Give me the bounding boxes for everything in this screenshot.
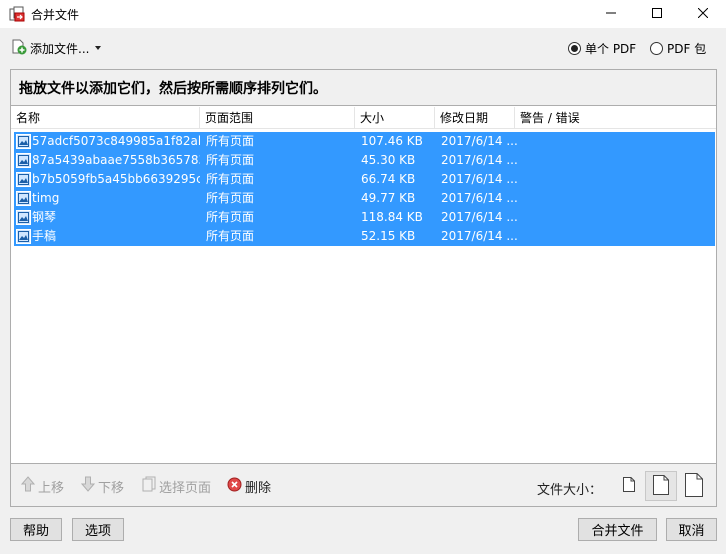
row-range: 所有页面 xyxy=(206,229,255,243)
row-name: 手稿 xyxy=(32,229,57,243)
image-file-icon xyxy=(16,229,31,244)
pdf-portfolio-radio[interactable] xyxy=(650,42,663,55)
column-name[interactable]: 名称 xyxy=(11,107,200,129)
image-file-icon xyxy=(16,210,31,225)
row-date: 2017/6/14 ... xyxy=(441,210,517,224)
row-warning xyxy=(521,208,711,227)
file-list: 57adcf5073c849985a1f82abd2... 所有页面 107.4… xyxy=(14,132,715,246)
delete-button[interactable]: 删除 xyxy=(227,476,271,496)
help-button[interactable]: 帮助 xyxy=(10,518,62,541)
chevron-down-icon xyxy=(95,46,102,50)
minimize-icon xyxy=(606,7,616,21)
pages-icon xyxy=(142,476,156,496)
file-size-label: 文件大小： xyxy=(537,483,603,498)
row-size: 49.77 KB xyxy=(361,191,416,205)
row-range: 所有页面 xyxy=(206,153,255,167)
arrow-up-icon xyxy=(20,476,36,496)
delete-label: 删除 xyxy=(245,480,272,496)
column-page-range[interactable]: 页面范围 xyxy=(200,107,355,129)
row-name: timg xyxy=(32,191,60,205)
row-date: 2017/6/14 ... xyxy=(441,153,517,167)
move-up-label: 上移 xyxy=(38,480,65,496)
select-pages-button[interactable]: 选择页面 xyxy=(142,476,211,496)
row-range: 所有页面 xyxy=(206,191,255,205)
window-title: 合并文件 xyxy=(31,8,80,22)
row-warning xyxy=(521,132,711,151)
row-size: 118.84 KB xyxy=(361,210,423,224)
small-page-icon xyxy=(623,477,635,495)
large-page-icon xyxy=(685,472,703,500)
merge-pdf-app-icon xyxy=(9,6,25,22)
options-button[interactable]: 选项 xyxy=(72,518,124,541)
move-up-button[interactable]: 上移 xyxy=(20,476,65,496)
row-warning xyxy=(521,151,711,170)
row-size: 45.30 KB xyxy=(361,153,416,167)
column-warnings[interactable]: 警告 / 错误 xyxy=(515,107,716,129)
close-icon xyxy=(697,7,709,21)
table-row[interactable]: timg 所有页面 49.77 KB 2017/6/14 ... xyxy=(14,189,715,208)
select-pages-label: 选择页面 xyxy=(159,480,212,496)
add-files-label: 添加文件... xyxy=(30,41,90,56)
row-date: 2017/6/14 ... xyxy=(441,172,517,186)
pdf-portfolio-option[interactable]: PDF 包 xyxy=(650,40,706,57)
row-size: 52.15 KB xyxy=(361,229,416,243)
single-pdf-radio[interactable] xyxy=(568,42,581,55)
move-down-label: 下移 xyxy=(98,480,125,496)
close-button[interactable] xyxy=(680,0,726,28)
move-down-button[interactable]: 下移 xyxy=(80,476,125,496)
table-row[interactable]: 手稿 所有页面 52.15 KB 2017/6/14 ... xyxy=(14,227,715,246)
single-pdf-label: 单个 PDF xyxy=(585,42,637,56)
merge-files-button[interactable]: 合并文件 xyxy=(578,518,657,541)
medium-size-button[interactable] xyxy=(645,471,677,501)
maximize-icon xyxy=(652,7,662,21)
row-range: 所有页面 xyxy=(206,210,255,224)
row-range: 所有页面 xyxy=(206,134,255,148)
image-file-icon xyxy=(16,191,31,206)
arrow-down-icon xyxy=(80,476,96,496)
image-file-icon xyxy=(16,153,31,168)
table-row[interactable]: b7b5059fb5a45bb6639295cea... 所有页面 66.74 … xyxy=(14,170,715,189)
row-warning xyxy=(521,170,711,189)
file-list-panel: 拖放文件以添加它们，然后按所需顺序排列它们。 名称 页面范围 大小 修改日期 警… xyxy=(10,69,717,507)
pdf-portfolio-label: PDF 包 xyxy=(667,42,707,56)
single-pdf-option[interactable]: 单个 PDF xyxy=(568,40,636,57)
title-bar: 合并文件 xyxy=(0,0,726,28)
table-row[interactable]: 57adcf5073c849985a1f82abd2... 所有页面 107.4… xyxy=(14,132,715,151)
delete-icon xyxy=(227,477,242,496)
row-name: 87a5439abaae7558b36578307... xyxy=(32,153,200,167)
table-row[interactable]: 钢琴 所有页面 118.84 KB 2017/6/14 ... xyxy=(14,208,715,227)
maximize-button[interactable] xyxy=(634,0,680,28)
row-name: b7b5059fb5a45bb6639295cea... xyxy=(32,172,200,186)
column-size[interactable]: 大小 xyxy=(355,107,435,129)
add-file-icon xyxy=(11,39,27,58)
row-date: 2017/6/14 ... xyxy=(441,134,517,148)
row-size: 107.46 KB xyxy=(361,134,423,148)
small-size-button[interactable] xyxy=(621,471,637,501)
row-size: 66.74 KB xyxy=(361,172,416,186)
row-warning xyxy=(521,227,711,246)
add-files-button[interactable]: 添加文件... xyxy=(11,38,102,58)
row-date: 2017/6/14 ... xyxy=(441,229,517,243)
column-modified-date[interactable]: 修改日期 xyxy=(435,107,515,129)
row-range: 所有页面 xyxy=(206,172,255,186)
row-name: 57adcf5073c849985a1f82abd2... xyxy=(32,134,200,148)
cancel-button[interactable]: 取消 xyxy=(666,518,717,541)
row-name: 钢琴 xyxy=(32,210,57,224)
medium-page-icon xyxy=(653,474,669,498)
column-header-row: 名称 页面范围 大小 修改日期 警告 / 错误 xyxy=(11,107,716,129)
instruction-text: 拖放文件以添加它们，然后按所需顺序排列它们。 xyxy=(11,70,716,106)
table-row[interactable]: 87a5439abaae7558b36578307... 所有页面 45.30 … xyxy=(14,151,715,170)
row-warning xyxy=(521,189,711,208)
row-date: 2017/6/14 ... xyxy=(441,191,517,205)
image-file-icon xyxy=(16,134,31,149)
list-actions-bar: 上移 下移 选择页面 删除 文件大小： xyxy=(11,463,716,506)
image-file-icon xyxy=(16,172,31,187)
minimize-button[interactable] xyxy=(588,0,634,28)
large-size-button[interactable] xyxy=(681,471,707,501)
